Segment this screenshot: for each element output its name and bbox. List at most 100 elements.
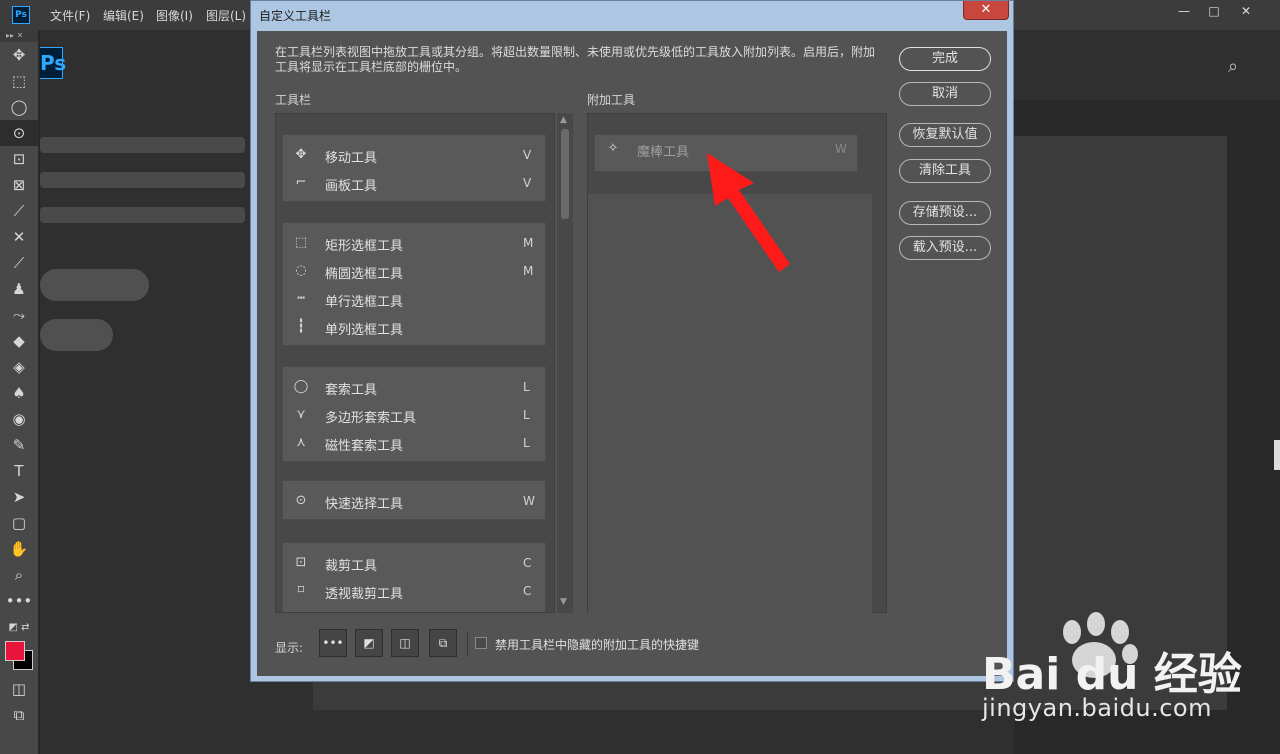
healing-icon[interactable]: ✕ [0,224,38,250]
magic-wand-icon: ✧ [607,141,619,156]
move-icon[interactable]: ✥ [0,42,38,68]
type-icon[interactable]: T [0,458,38,484]
tool-row[interactable]: ⋎ 多边形套索工具 L [283,401,547,429]
tool-shortcut: W [523,494,535,508]
watermark-brand: Bai du 经验 [982,649,1242,700]
foreground-color-swatch[interactable] [5,641,25,661]
restore-default-button[interactable]: 恢复默认值 [899,123,991,147]
artboard-icon: ⌐ [295,175,307,190]
tool-group[interactable]: ⬚ 矩形选框工具 M ◌ 椭圆选框工具 M ┅ 单行选框工具 ┇ 单列选框工具 [282,222,546,346]
dialog-body: 在工具栏列表视图中拖放工具或其分组。将超出数量限制、未使用或优先级低的工具放入附… [257,31,1007,676]
extra-tools-dropzone[interactable] [588,194,872,614]
ps-home-logo: Ps [40,47,66,79]
rect-marquee-icon[interactable]: ⬚ [0,68,38,94]
eraser-icon[interactable]: ◆ [0,328,38,354]
eyedropper-icon[interactable]: ⟋ [0,198,38,224]
menu-file[interactable]: 文件(F) [50,7,90,24]
rectangle-icon[interactable]: ▢ [0,510,38,536]
tool-label: 磁性套索工具 [325,439,404,454]
window-close-button[interactable]: ✕ [1230,0,1262,22]
tool-row[interactable]: ◌ 椭圆选框工具 M [283,257,547,285]
crop-icon: ⊡ [295,555,307,570]
color-swatches[interactable] [0,640,38,676]
side-tab[interactable] [1274,440,1280,470]
tool-group[interactable]: ✥ 移动工具 V ⌐ 画板工具 V [282,134,546,202]
tool-row[interactable]: ⬚ 矩形选框工具 M [283,229,547,257]
tool-row[interactable]: ⌐ 画板工具 V [283,169,547,197]
show-color-swatch-button[interactable]: ◩ [355,629,383,657]
load-preset-button[interactable]: 载入预设... [899,236,991,260]
tool-row[interactable]: ⟋ 切片工具 C [283,605,547,612]
zoom-icon[interactable]: ⌕ [0,562,38,588]
tool-label: 透视裁剪工具 [325,587,404,602]
brush-icon[interactable]: ⟋ [0,250,38,276]
toolbar-collapse-icon[interactable]: ▸▸ ✕ [0,30,38,42]
extra-tool-item[interactable]: ✧ 魔棒工具 W [594,134,858,172]
tool-group[interactable]: ⊡ 裁剪工具 C ⌑ 透视裁剪工具 C ⟋ 切片工具 C [282,542,547,612]
search-icon[interactable]: ⌕ [1228,56,1238,77]
menu-image[interactable]: 图像(I) [156,7,193,24]
hand-icon[interactable]: ✋ [0,536,38,562]
lasso-icon: ◯ [293,379,309,394]
minimize-button[interactable]: — [1168,0,1200,22]
done-button[interactable]: 完成 [899,47,991,71]
crop-icon[interactable]: ⊡ [0,146,38,172]
paint-bucket-icon[interactable]: ◈ [0,354,38,380]
show-quickmask-button[interactable]: ◫ [391,629,419,657]
scroll-thumb[interactable] [561,129,569,219]
tool-row[interactable]: ◯ 套索工具 L [283,373,547,401]
tool-row[interactable]: ⋏ 磁性套索工具 L [283,429,547,457]
history-brush-icon[interactable]: ⤳ [0,302,38,328]
tool-label: 多边形套索工具 [325,411,417,426]
tool-row[interactable]: ┇ 单列选框工具 [283,313,547,341]
extra-tools-list[interactable]: ✧ 魔棒工具 W [587,113,887,614]
tool-group[interactable]: ◯ 套索工具 L ⋎ 多边形套索工具 L ⋏ 磁性套索工具 L [282,366,546,462]
lasso-icon[interactable]: ◯ [0,94,38,120]
tool-group[interactable]: ⊙ 快速选择工具 W [282,480,546,520]
tool-row[interactable]: ⌑ 透视裁剪工具 C [283,577,547,605]
tools-panel: ▸▸ ✕ ✥ ⬚ ◯ ⊙ ⊡ ⊠ ⟋ ✕ ⟋ ♟ ⤳ ◆ ◈ ♠ ◉ ✎ T ➤… [0,30,39,754]
toolbar-list[interactable]: ✥ 移动工具 V ⌐ 画板工具 V ⬚ 矩形选框工具 M ◌ 椭圆选框工具 M ┅ 单行选框工具 ┇ 单列选框… [275,113,555,613]
disable-shortcuts-label[interactable]: 禁用工具栏中隐藏的附加工具的快捷键 [495,636,699,653]
tool-shortcut: L [523,408,530,422]
quick-select-icon[interactable]: ⊙ [0,120,38,146]
quick-mask-icon[interactable]: ◫ [0,676,38,702]
placeholder-button [40,269,149,301]
cancel-button[interactable]: 取消 [899,82,991,106]
tool-row[interactable]: ⊡ 裁剪工具 C [283,549,547,577]
swap-colors-icon[interactable]: ◩ ⇄ [0,614,38,640]
move-icon: ✥ [295,147,307,162]
blur-icon[interactable]: ♠ [0,380,38,406]
extra-tools-column-label: 附加工具 [587,93,636,107]
save-preset-button[interactable]: 存储预设... [899,201,991,225]
restore-button[interactable]: □ [1198,0,1230,22]
scroll-up-icon[interactable]: ▲ [560,115,567,125]
single-col-icon: ┇ [297,319,305,334]
dodge-icon[interactable]: ◉ [0,406,38,432]
tool-row[interactable]: ✥ 移动工具 V [283,141,547,169]
show-screen-mode-button[interactable]: ⧉ [429,629,457,657]
screen-mode-icon[interactable]: ⧉ [0,702,38,728]
tool-row[interactable]: ┅ 单行选框工具 [283,285,547,313]
more-tools-icon[interactable]: ••• [0,588,38,614]
tool-label: 画板工具 [325,179,378,194]
tool-shortcut: L [523,436,530,450]
disable-shortcuts-checkbox[interactable] [475,637,487,649]
show-more-tools-button[interactable]: ••• [319,629,347,657]
path-select-icon[interactable]: ➤ [0,484,38,510]
pen-icon[interactable]: ✎ [0,432,38,458]
magnetic-lasso-icon: ⋏ [296,435,306,450]
dialog-close-button[interactable]: ✕ [963,1,1009,20]
tool-row[interactable]: ⊙ 快速选择工具 W [283,487,547,515]
frame-icon[interactable]: ⊠ [0,172,38,198]
tool-shortcut: M [523,236,534,250]
tool-shortcut: M [523,264,534,278]
tool-label: 套索工具 [325,383,378,398]
polygon-lasso-icon: ⋎ [296,407,306,422]
menu-edit[interactable]: 编辑(E) [103,7,144,24]
menu-layer[interactable]: 图层(L) [206,7,246,24]
stamp-icon[interactable]: ♟ [0,276,38,302]
scroll-down-icon[interactable]: ▼ [560,597,567,607]
clear-tools-button[interactable]: 清除工具 [899,159,991,183]
toolbar-list-scrollbar[interactable]: ▲ ▼ [557,113,573,613]
